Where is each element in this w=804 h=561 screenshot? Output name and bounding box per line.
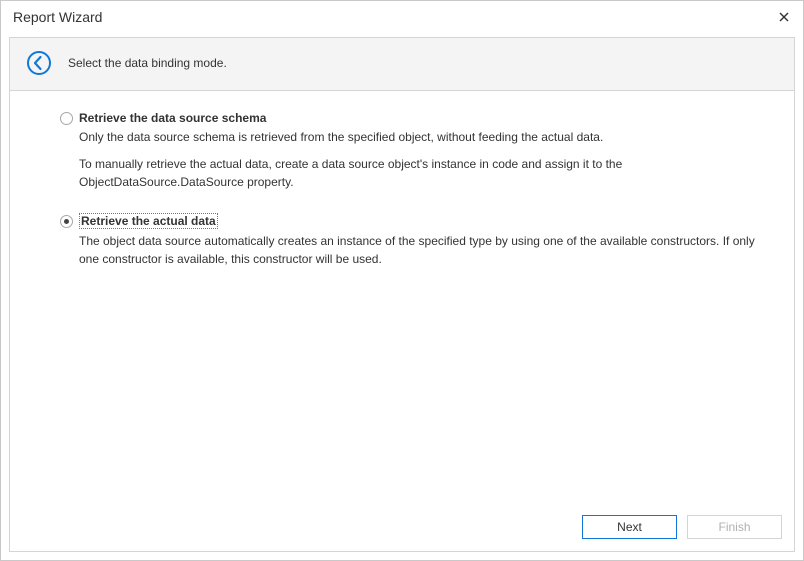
option-title-actual[interactable]: Retrieve the actual data [79,213,218,229]
option-desc-actual: The object data source automatically cre… [79,233,774,268]
radio-schema[interactable] [60,112,73,125]
content-frame: Select the data binding mode. Retrieve t… [9,37,795,552]
option-header-actual[interactable]: Retrieve the actual data [60,213,774,229]
finish-button: Finish [687,515,782,539]
button-bar: Next Finish [10,505,794,551]
header-bar: Select the data binding mode. [10,38,794,91]
option-desc-schema: Only the data source schema is retrieved… [79,129,774,146]
options-area: Retrieve the data source schema Only the … [10,91,794,505]
instruction-text: Select the data binding mode. [68,56,227,70]
wizard-window: Report Wizard Select the data binding mo… [0,0,804,561]
radio-actual[interactable] [60,215,73,228]
option-schema: Retrieve the data source schema Only the … [60,111,774,191]
close-icon [779,12,789,22]
option-title-schema[interactable]: Retrieve the data source schema [79,111,266,125]
titlebar: Report Wizard [1,1,803,33]
back-button[interactable] [26,50,52,76]
close-button[interactable] [777,10,791,24]
option-desc-schema: To manually retrieve the actual data, cr… [79,156,774,191]
next-button[interactable]: Next [582,515,677,539]
option-header-schema[interactable]: Retrieve the data source schema [60,111,774,125]
back-arrow-icon [26,50,52,76]
option-actual: Retrieve the actual data The object data … [60,213,774,268]
window-title: Report Wizard [13,9,102,25]
